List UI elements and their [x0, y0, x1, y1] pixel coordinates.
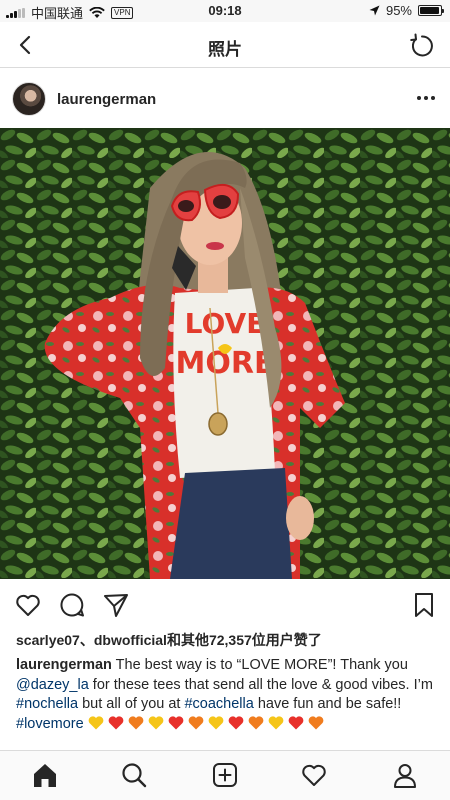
heart-emoji-icon: [88, 715, 104, 729]
svg-text:LOVE: LOVE: [185, 307, 266, 340]
bookmark-icon[interactable]: [410, 591, 438, 619]
caption-hashtag[interactable]: #coachella: [184, 696, 253, 712]
page-title: 照片: [208, 40, 242, 59]
heart-emoji-icon: [148, 715, 164, 729]
heart-emoji-icon: [288, 715, 304, 729]
heart-emoji-icon: [168, 715, 184, 729]
profile-icon[interactable]: [391, 761, 419, 789]
like-heart-icon[interactable]: [14, 591, 42, 619]
heart-emoji-icon: [308, 715, 324, 729]
battery-percent: 95%: [385, 3, 412, 18]
caption-text: The best way is to “LOVE MORE”! Thank yo…: [111, 657, 408, 673]
home-icon[interactable]: [31, 761, 59, 789]
post-actions: [0, 587, 450, 623]
post-header: laurengerman: [0, 73, 450, 127]
post-caption: laurengerman The best way is to “LOVE MO…: [16, 656, 436, 734]
avatar[interactable]: [12, 82, 46, 116]
heart-emoji-icon: [128, 715, 144, 729]
caption-username[interactable]: laurengerman: [16, 657, 112, 673]
comment-icon[interactable]: [58, 591, 86, 619]
heart-emoji-icon: [228, 715, 244, 729]
battery-icon: [418, 5, 444, 16]
heart-emoji-icon: [208, 715, 224, 729]
caption-hashtag[interactable]: #nochella: [16, 696, 78, 712]
search-icon[interactable]: [120, 761, 148, 789]
more-horizontal-icon[interactable]: [416, 93, 436, 103]
heart-emoji-icon: [248, 715, 264, 729]
caption-heart-emojis: [88, 715, 328, 732]
post-photo[interactable]: LOVE MORE: [0, 128, 450, 579]
nav-bar: 照片: [0, 22, 450, 68]
tab-bar: [0, 750, 450, 800]
caption-text: but all of you at: [78, 696, 185, 712]
refresh-icon[interactable]: [408, 32, 436, 60]
status-right: 95%: [369, 3, 444, 18]
likes-count[interactable]: scarlye07、dbwofficial和其他72,357位用户赞了: [16, 630, 436, 650]
share-icon[interactable]: [102, 591, 130, 619]
location-arrow-icon: [369, 5, 380, 16]
photo-illustration: LOVE MORE: [0, 128, 450, 579]
status-bar: 中国联通 VPN 09:18 95%: [0, 0, 450, 22]
add-post-icon[interactable]: [211, 761, 239, 789]
heart-emoji-icon: [268, 715, 284, 729]
post-username[interactable]: laurengerman: [57, 91, 156, 108]
caption-text: for these tees that send all the love & …: [88, 676, 433, 693]
caption-hashtag[interactable]: #lovemore: [16, 716, 84, 732]
activity-heart-icon[interactable]: [300, 761, 328, 789]
heart-emoji-icon: [188, 715, 204, 729]
heart-emoji-icon: [108, 715, 124, 729]
caption-text: have fun and be safe!!: [253, 696, 402, 712]
caption-mention[interactable]: @dazey_la: [16, 677, 89, 693]
